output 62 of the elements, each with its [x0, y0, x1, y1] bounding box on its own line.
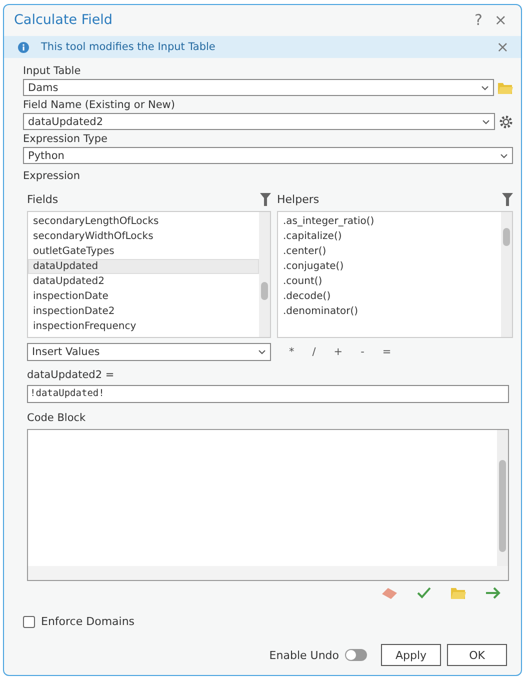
list-item[interactable]: secondaryLengthOfLocks — [28, 214, 259, 229]
close-button[interactable]: × — [490, 38, 515, 56]
section-label: Expression — [23, 170, 81, 182]
field-label: Input Table — [23, 65, 82, 77]
info-message: This tool modifies the Input Table — [41, 41, 216, 53]
caret-icon — [481, 84, 489, 92]
operator-button[interactable]: - — [358, 346, 366, 358]
expression-target-label: dataUpdated2 = — [26, 369, 116, 381]
caret-icon — [482, 118, 490, 126]
expression-type-dropdown[interactable]: Python — [23, 147, 513, 164]
close-button[interactable]: × — [488, 11, 513, 29]
scrollbar[interactable] — [259, 212, 270, 337]
list-item[interactable]: secondaryWidthOfLocks — [28, 229, 259, 244]
list-heading: Helpers — [277, 192, 320, 206]
operator-button[interactable]: / — [310, 346, 318, 358]
list-item[interactable]: .capitalize() — [278, 229, 501, 244]
horizontal-scrollbar[interactable] — [28, 566, 508, 580]
operator-button[interactable]: = — [380, 346, 394, 358]
insert-values-dropdown[interactable]: Insert Values — [27, 343, 271, 361]
list-item[interactable]: outletGateTypes — [28, 244, 259, 259]
ok-button[interactable]: OK — [447, 644, 507, 666]
code-block-field[interactable] — [27, 429, 509, 581]
scrollbar[interactable] — [501, 212, 512, 337]
scrollbar[interactable] — [497, 430, 508, 566]
operator-button[interactable]: + — [332, 346, 345, 358]
section-label: Code Block — [26, 412, 87, 424]
window-title: Calculate Field — [14, 12, 114, 28]
list-item[interactable]: .decode() — [278, 289, 501, 304]
field-label: Field Name (Existing or New) — [23, 99, 176, 111]
input-table-dropdown[interactable]: Dams — [23, 79, 494, 96]
list-item[interactable]: dataUpdated — [28, 259, 259, 274]
caret-icon — [258, 348, 266, 356]
list-item[interactable]: dataUpdated2 — [28, 274, 259, 289]
folder-icon[interactable] — [451, 587, 466, 599]
list-item[interactable]: inspectionDate — [28, 289, 259, 304]
check-icon[interactable] — [417, 587, 431, 599]
apply-button[interactable]: Apply — [381, 644, 441, 666]
eraser-icon[interactable] — [382, 587, 397, 599]
help-button[interactable]: ? — [468, 11, 488, 29]
toggle-switch[interactable] — [345, 649, 367, 661]
list-item[interactable]: inspectionFrequency — [28, 319, 259, 334]
caret-icon — [500, 152, 508, 160]
filter-icon[interactable] — [502, 192, 513, 206]
list-item[interactable]: inspectionDate2 — [28, 304, 259, 319]
list-item[interactable]: .as_integer_ratio() — [278, 214, 501, 229]
expression-field[interactable]: !dataUpdated! — [27, 385, 509, 403]
checkbox-label: Enforce Domains — [41, 615, 135, 628]
operator-button[interactable]: * — [287, 346, 296, 358]
arrow-icon[interactable] — [486, 587, 501, 599]
field-label: Expression Type — [23, 133, 108, 145]
info-icon — [18, 42, 29, 52]
list-item[interactable]: .conjugate() — [278, 259, 501, 274]
list-heading: Fields — [27, 192, 58, 206]
list-item[interactable]: .center() — [278, 244, 501, 259]
filter-icon[interactable] — [260, 192, 271, 206]
list-item[interactable]: .count() — [278, 274, 501, 289]
list-item[interactable]: .denominator() — [278, 304, 501, 319]
folder-icon[interactable] — [498, 82, 513, 94]
field-name-dropdown[interactable]: dataUpdated2 — [23, 113, 495, 130]
toggle-label: Enable Undo — [269, 648, 339, 662]
settings-icon[interactable] — [499, 114, 513, 128]
checkbox[interactable] — [23, 616, 35, 628]
